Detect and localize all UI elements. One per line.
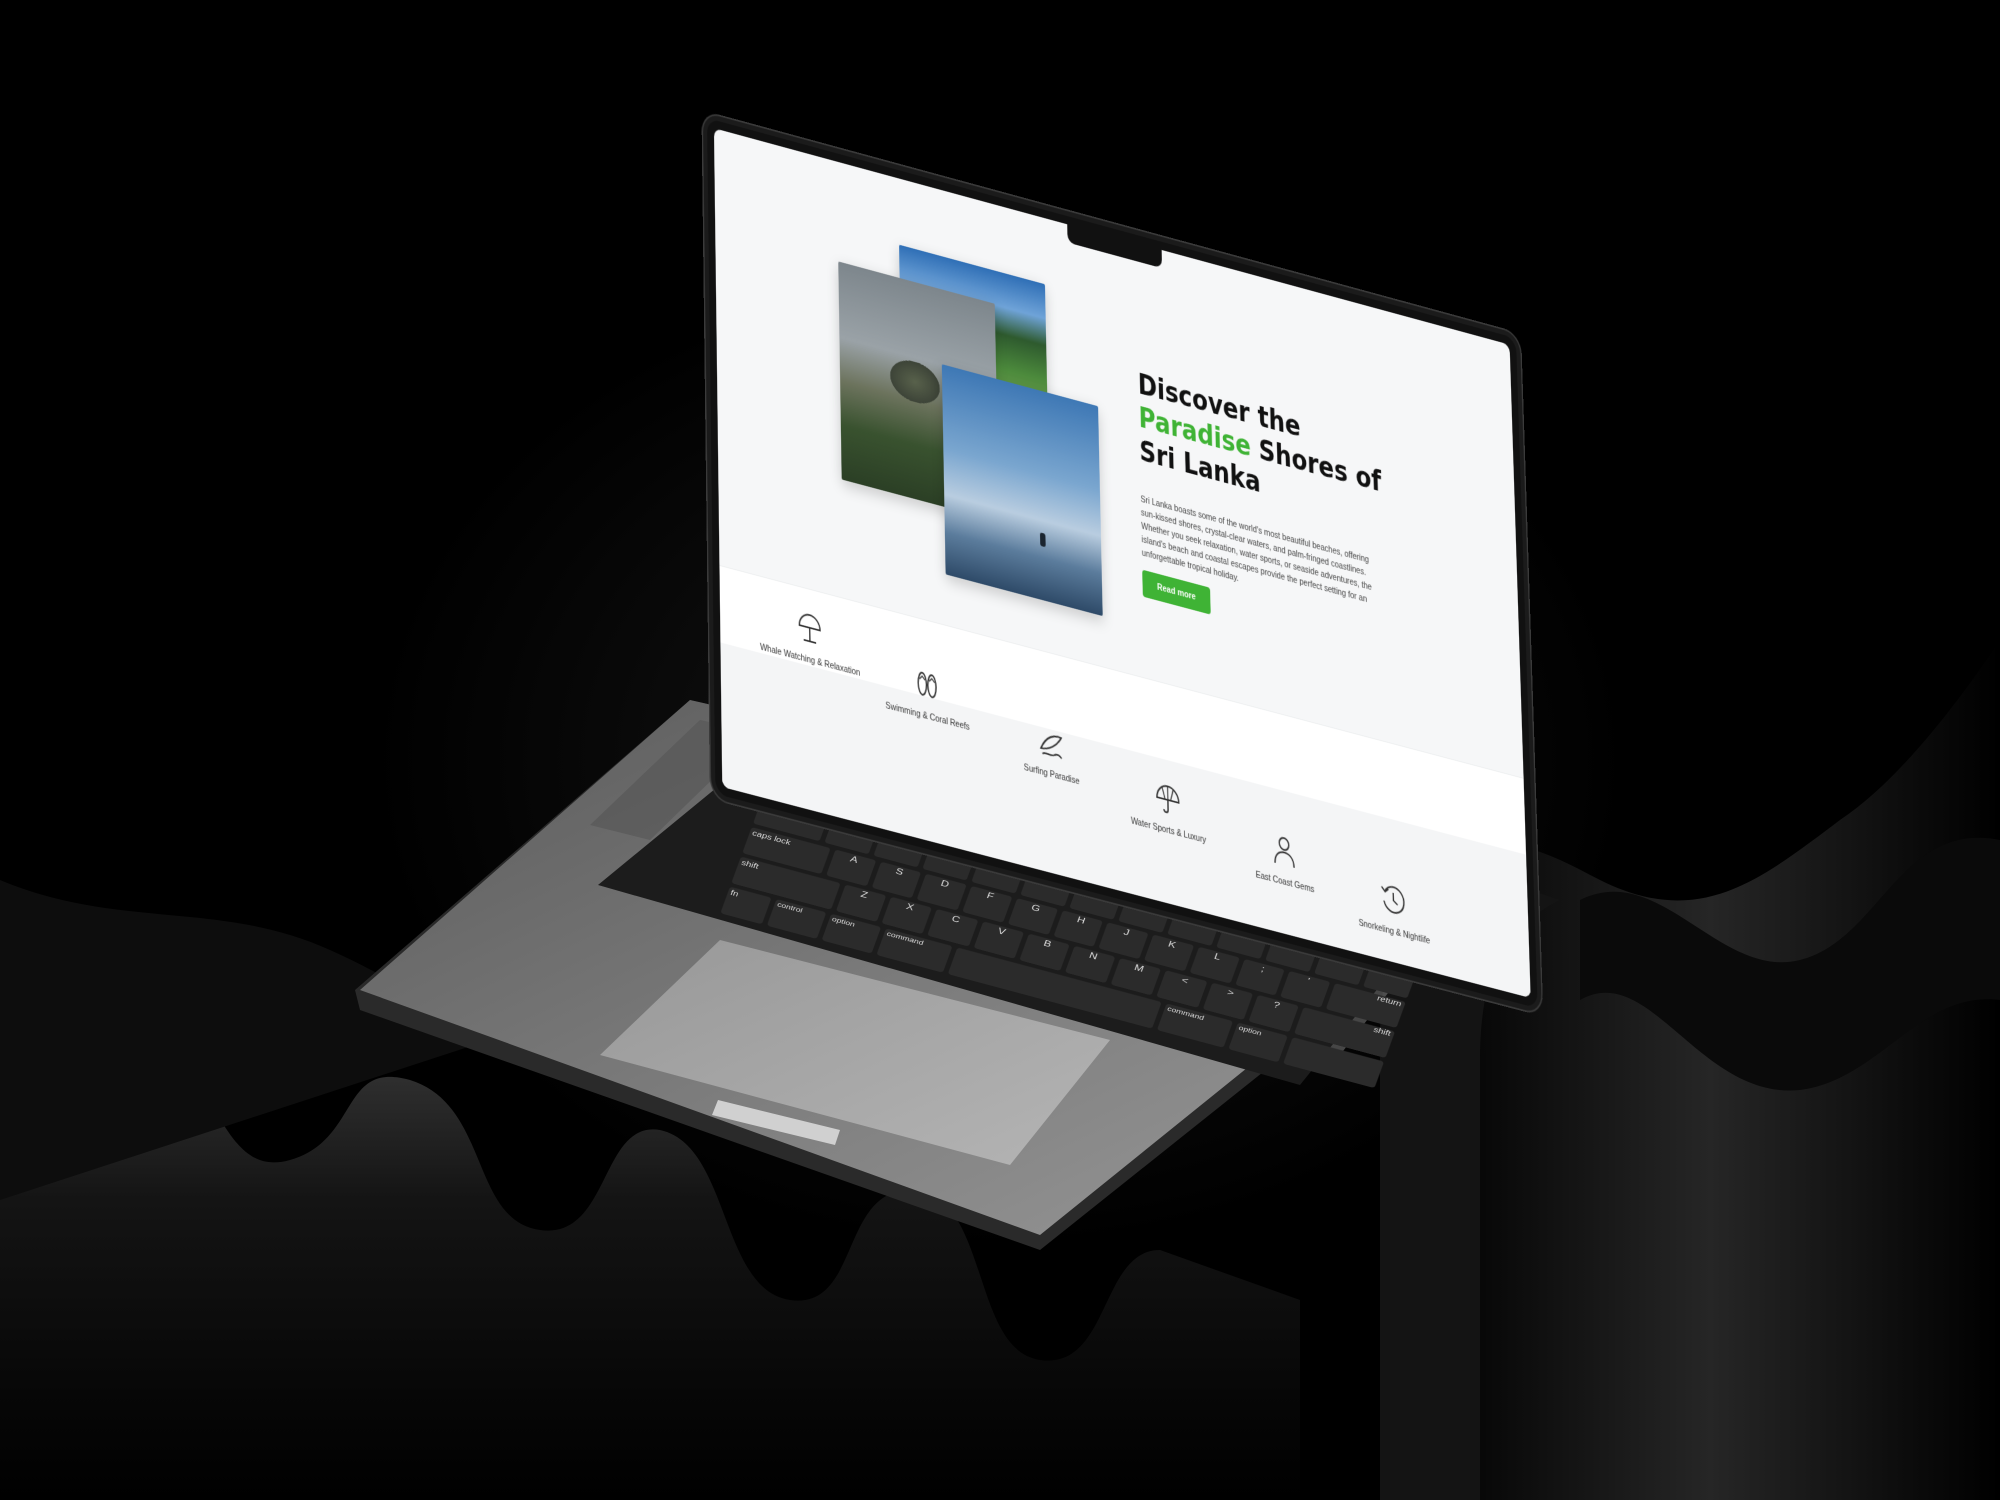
umbrella-icon: [1153, 778, 1183, 821]
beach-umbrella-icon: [795, 607, 824, 650]
key-fn[interactable]: fn: [720, 886, 772, 925]
flip-flops-icon: [912, 663, 941, 706]
history-clock-icon: [1379, 879, 1409, 922]
surfboard-icon: [1036, 721, 1065, 764]
misty-mountain-photo: [941, 364, 1103, 617]
hero-title-line2: Shores of: [1250, 430, 1382, 500]
person-icon: [1269, 829, 1299, 872]
person-figure: [1039, 532, 1046, 548]
read-more-button[interactable]: Read more: [1142, 569, 1211, 615]
